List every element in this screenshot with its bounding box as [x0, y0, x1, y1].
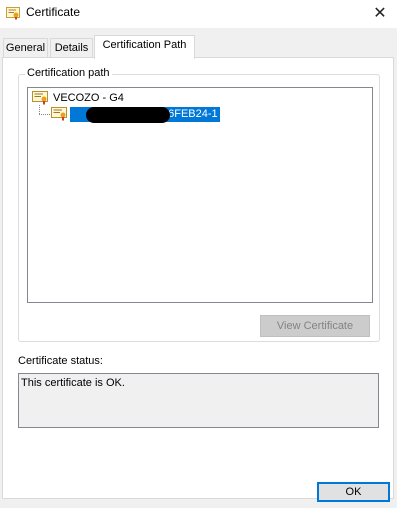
tab-panel: Certification path VECOZO - G4 16FEB24-1…	[2, 57, 394, 499]
certificate-status-text: This certificate is OK.	[21, 377, 125, 389]
view-certificate-button[interactable]: View Certificate	[260, 315, 370, 337]
tree-node-label-selected: 16FEB24-1	[70, 106, 220, 123]
redaction-mark	[86, 106, 170, 123]
certificate-status-box[interactable]: This certificate is OK.	[18, 373, 379, 428]
close-icon: ✕	[373, 5, 387, 22]
certification-path-group: Certification path VECOZO - G4 16FEB24-1…	[18, 67, 380, 342]
dialog-client-area: General Details Certification Path Certi…	[0, 28, 397, 508]
close-button[interactable]: ✕	[363, 0, 397, 26]
certificate-icon	[6, 7, 20, 20]
tree-node-root[interactable]: VECOZO - G4	[32, 90, 126, 106]
window-title: Certificate	[26, 5, 81, 19]
title-bar: Certificate ✕	[0, 0, 397, 28]
certificate-icon	[51, 107, 67, 121]
certificate-icon	[32, 91, 48, 105]
certification-path-tree[interactable]: VECOZO - G4 16FEB24-1	[27, 87, 373, 303]
tab-details[interactable]: Details	[50, 38, 93, 58]
tree-connector	[39, 105, 40, 114]
ok-button[interactable]: OK	[317, 482, 390, 502]
group-label: Certification path	[25, 67, 112, 79]
tab-certification-path[interactable]: Certification Path	[94, 35, 195, 59]
tree-connector	[39, 114, 50, 115]
certificate-status-label: Certificate status:	[18, 355, 103, 367]
tab-general[interactable]: General	[3, 38, 48, 58]
tree-node-label: VECOZO - G4	[53, 91, 124, 104]
tree-node-leaf[interactable]: 16FEB24-1	[51, 106, 220, 123]
